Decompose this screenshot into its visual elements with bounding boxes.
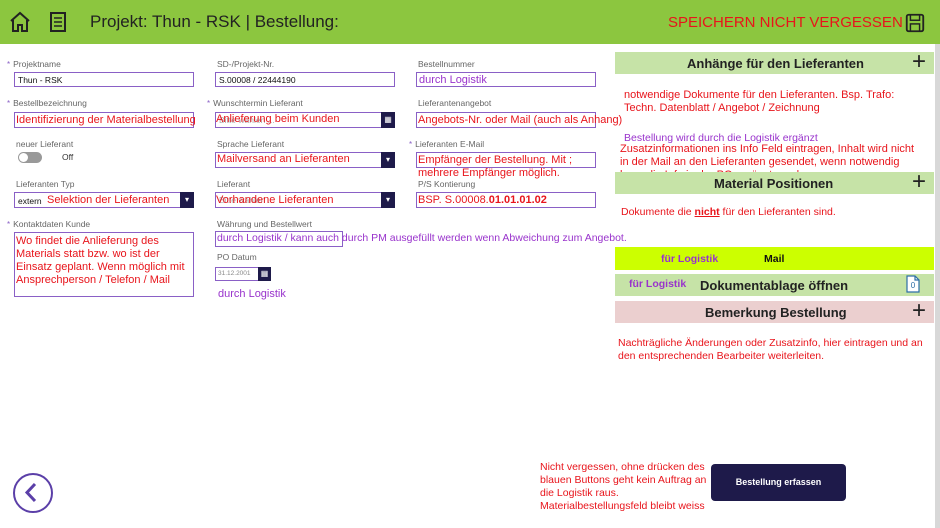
material-hint: Dokumente die nicht für den Lieferanten … (621, 206, 836, 218)
material-title: Material Positionen (714, 176, 834, 191)
bestellbezeichnung-label: * Bestellbezeichnung (7, 98, 87, 108)
bemerkung-title: Bemerkung Bestellung (705, 305, 847, 320)
wunschtermin-hint: Anlieferung beim Kunden (216, 113, 340, 125)
sprache-label: Sprache Lieferant (217, 139, 285, 149)
lieferantenangebot-label: Lieferantenangebot (418, 98, 492, 108)
po-datum-label: PO Datum (217, 252, 257, 262)
home-icon[interactable] (8, 10, 32, 34)
dokumentablage-title: Dokumentablage öffnen (700, 278, 849, 293)
lieferanten-typ-label: Lieferanten Typ (16, 179, 75, 189)
neuer-lieferant-toggle[interactable] (18, 152, 42, 163)
add-bemerkung-icon[interactable]: + (912, 299, 926, 323)
neuer-lieferant-label: neuer Lieferant (16, 139, 74, 149)
chevron-down-icon: ▾ (385, 155, 390, 164)
add-material-icon[interactable]: + (912, 170, 926, 194)
calendar-button[interactable]: ▦ (381, 112, 395, 128)
ps-kontierung-hint: BSP. S.00008.01.01.01.02 (418, 194, 547, 206)
projektname-input[interactable]: Thun - RSK (14, 72, 194, 87)
sd-projekt-nr-input[interactable]: S.00008 / 22444190 (215, 72, 395, 87)
chevron-left-icon (24, 482, 37, 503)
calendar-icon: ▦ (260, 269, 269, 278)
bestellnummer-note: durch Logistik (419, 74, 487, 86)
lieferanten-typ-value: extern (18, 196, 42, 206)
lieferant-label: Lieferant (217, 179, 251, 189)
po-datum-calendar-button[interactable]: ▦ (258, 267, 271, 281)
sprache-hint: Mailversand an Lieferanten (217, 153, 350, 165)
anhaenge-hint: notwendige Dokumente für den Lieferanten… (624, 89, 895, 114)
bemerkung-hint: Nachträgliche Änderungen oder Zusatzinfo… (618, 337, 923, 362)
lieferanten-email-label: * Lieferanten E-Mail (409, 139, 485, 149)
bestellnummer-label: Bestellnummer (418, 59, 475, 69)
kontaktdaten-hint: Wo findet die Anlieferung des Materials … (16, 235, 185, 286)
dokumentablage-logistik-label: für Logistik (629, 278, 687, 290)
bestellbezeichnung-hint: Identifizierung der Materialbestellung (16, 114, 196, 126)
waehrung-note: durch Logistik / kann auch durch PM ausg… (217, 232, 627, 244)
document-icon[interactable]: 0 (906, 275, 920, 293)
lieferantenangebot-hint: Angebots-Nr. oder Mail (auch als Anhang) (418, 114, 623, 126)
mail-bar-logistik-label: für Logistik (661, 253, 719, 265)
lieferant-dropdown-button[interactable]: ▾ (381, 192, 395, 208)
save-icon[interactable] (904, 12, 926, 34)
add-anhang-icon[interactable]: + (912, 50, 926, 74)
sprache-dropdown-button[interactable]: ▾ (381, 152, 395, 168)
footer-warning: Nicht vergessen, ohne drücken des blauen… (540, 461, 707, 512)
anhaenge-title: Anhänge für den Lieferanten (687, 56, 864, 71)
page-title: Projekt: Thun - RSK | Bestellung: (90, 12, 339, 31)
document-count: 0 (910, 281, 916, 290)
calendar-icon: ▦ (384, 115, 392, 124)
kontaktdaten-label: * Kontaktdaten Kunde (7, 219, 91, 229)
scrollbar[interactable] (935, 44, 940, 528)
toggle-state-text: Off (62, 152, 74, 162)
mail-bar-label: Mail (764, 253, 785, 265)
sd-projekt-nr-label: SD-/Projekt-Nr. (217, 59, 275, 69)
lieferanten-email-hint: Empfänger der Bestellung. Mit ; mehrere … (418, 154, 573, 179)
wunschtermin-label: * Wunschtermin Lieferant (207, 98, 303, 108)
chevron-down-icon: ▾ (385, 195, 390, 204)
chevron-down-icon: ▾ (184, 195, 189, 204)
bestellung-erfassen-button[interactable]: Bestellung erfassen (711, 464, 846, 501)
save-warning: SPEICHERN NICHT VERGESSEN (668, 14, 903, 31)
waehrung-label: Währung und Bestellwert (217, 219, 312, 229)
lieferanten-typ-dropdown-button[interactable]: ▾ (180, 192, 194, 208)
po-datum-note: durch Logistik (218, 288, 286, 300)
lieferant-hint: Vorhandene Lieferanten (216, 194, 334, 206)
projektname-label: * Projektname (7, 59, 61, 69)
notepad-icon[interactable] (46, 10, 70, 34)
back-button[interactable] (13, 473, 53, 513)
ps-kontierung-label: P/S Kontierung (418, 179, 476, 189)
lieferanten-typ-hint: Selektion der Lieferanten (47, 194, 170, 206)
